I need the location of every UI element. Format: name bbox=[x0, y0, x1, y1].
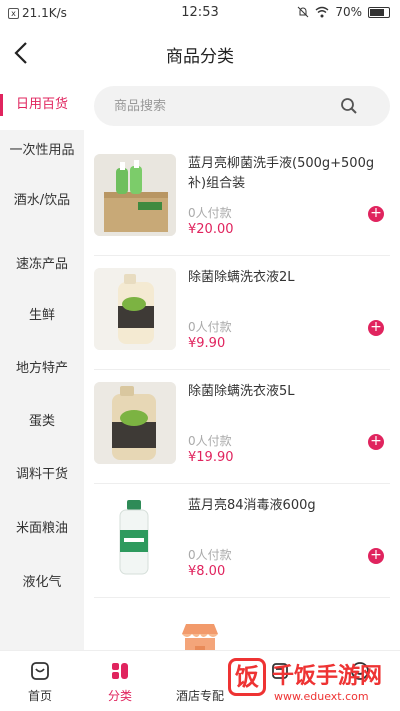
product-image bbox=[94, 154, 176, 236]
battery-icon bbox=[368, 6, 390, 18]
sidebar-item-label: 米面粮油 bbox=[15, 521, 68, 536]
plus-icon: + bbox=[370, 433, 382, 449]
product-name: 除菌除螨洗衣液2L bbox=[188, 270, 295, 285]
category-sidebar: 日用百货 一次性用品 酒水/饮品 速冻产品 生鲜 地方特产 蛋类 调料干货 米面… bbox=[0, 80, 84, 650]
cart-icon bbox=[272, 663, 288, 679]
hand-wash-box-image bbox=[94, 154, 176, 236]
mute-icon bbox=[297, 6, 309, 18]
tab-profile[interactable] bbox=[320, 651, 400, 711]
page-header: 商品分类 bbox=[0, 28, 400, 78]
user-icon bbox=[351, 662, 369, 680]
sidebar-item-label: 速冻产品 bbox=[15, 257, 68, 272]
sidebar-item-disposable[interactable]: 一次性用品 bbox=[0, 126, 84, 176]
tab-category[interactable]: 分类 bbox=[80, 651, 160, 711]
tab-hotel-special[interactable]: 酒店专配 bbox=[160, 651, 240, 711]
product-price: ¥8.00 bbox=[188, 564, 226, 579]
sidebar-item-fresh[interactable]: 生鲜 bbox=[0, 291, 84, 341]
sidebar-item-local-specialty[interactable]: 地方特产 bbox=[0, 344, 84, 394]
tab-label: 酒店专配 bbox=[175, 689, 224, 703]
product-price: ¥20.00 bbox=[188, 222, 234, 237]
sidebar-item-daily-goods[interactable]: 日用百货 bbox=[0, 80, 84, 130]
product-name: 除菌除螨洗衣液5L bbox=[188, 384, 295, 399]
status-right: 70% bbox=[297, 5, 390, 19]
sidebar-item-drinks[interactable]: 酒水/饮品 bbox=[0, 176, 84, 226]
product-price: ¥9.90 bbox=[188, 336, 226, 351]
home-icon bbox=[31, 662, 49, 680]
search-icon[interactable] bbox=[340, 97, 358, 115]
category-icon bbox=[112, 663, 128, 679]
add-to-cart-button[interactable]: + bbox=[368, 206, 384, 222]
plus-icon: + bbox=[370, 547, 382, 563]
page-title: 商品分类 bbox=[166, 47, 234, 67]
disinfectant-bottle-image bbox=[94, 496, 176, 578]
sidebar-item-label: 液化气 bbox=[22, 575, 62, 590]
sidebar-item-frozen[interactable]: 速冻产品 bbox=[0, 240, 84, 290]
sidebar-item-eggs[interactable]: 蛋类 bbox=[0, 397, 84, 447]
sidebar-item-gas[interactable]: 液化气 bbox=[0, 558, 84, 608]
sidebar-item-label: 蛋类 bbox=[28, 414, 55, 429]
sidebar-item-label: 调料干货 bbox=[15, 467, 68, 482]
detergent-bottle-large-image bbox=[94, 382, 176, 464]
plus-icon: + bbox=[370, 205, 382, 221]
product-name: 蓝月亮柳菌洗手液(500g+500g补)组合装 bbox=[188, 156, 375, 191]
product-sold-count: 0人付款 bbox=[188, 320, 232, 334]
sidebar-item-label: 酒水/饮品 bbox=[13, 193, 71, 208]
tab-label: 分类 bbox=[107, 689, 132, 703]
product-sold-count: 0人付款 bbox=[188, 548, 232, 562]
add-to-cart-button[interactable]: + bbox=[368, 320, 384, 336]
bottom-tab-bar: 首页 分类 酒店专配 bbox=[0, 650, 400, 711]
add-to-cart-button[interactable]: + bbox=[368, 548, 384, 564]
sidebar-item-label: 地方特产 bbox=[15, 361, 68, 376]
wifi-icon bbox=[315, 6, 329, 18]
product-image bbox=[94, 496, 176, 578]
product-name: 蓝月亮84消毒液600g bbox=[188, 498, 316, 513]
product-price: ¥19.90 bbox=[188, 450, 234, 465]
detergent-bottle-image bbox=[94, 268, 176, 350]
sidebar-item-seasoning[interactable]: 调料干货 bbox=[0, 450, 84, 500]
tab-cart[interactable] bbox=[240, 651, 320, 711]
plus-icon: + bbox=[370, 319, 382, 335]
back-button[interactable] bbox=[12, 36, 42, 70]
status-bar: x 21.1K/s 12:53 70% bbox=[0, 0, 400, 28]
sidebar-item-grain-oil[interactable]: 米面粮油 bbox=[0, 504, 84, 554]
product-image bbox=[94, 268, 176, 350]
search-bar[interactable] bbox=[94, 86, 390, 126]
tab-home[interactable]: 首页 bbox=[0, 651, 80, 711]
search-input[interactable] bbox=[114, 86, 334, 126]
product-sold-count: 0人付款 bbox=[188, 434, 232, 448]
sidebar-item-label: 一次性用品 bbox=[9, 143, 75, 158]
chevron-left-icon bbox=[14, 42, 27, 64]
product-card[interactable]: 蓝月亮柳菌洗手液(500g+500g补)组合装 0人付款 ¥20.00 + bbox=[94, 148, 390, 256]
add-to-cart-button[interactable]: + bbox=[368, 434, 384, 450]
product-card[interactable]: 蓝月亮84消毒液600g 0人付款 ¥8.00 + bbox=[94, 490, 390, 598]
sidebar-item-label: 生鲜 bbox=[28, 308, 55, 323]
product-image bbox=[94, 382, 176, 464]
product-sold-count: 0人付款 bbox=[188, 206, 232, 220]
sidebar-item-label: 日用百货 bbox=[15, 97, 68, 112]
product-card[interactable]: 除菌除螨洗衣液2L 0人付款 ¥9.90 + bbox=[94, 262, 390, 370]
battery-percent: 70% bbox=[335, 5, 362, 19]
product-card[interactable]: 除菌除螨洗衣液5L 0人付款 ¥19.90 + bbox=[94, 376, 390, 484]
tab-label: 首页 bbox=[27, 689, 52, 703]
